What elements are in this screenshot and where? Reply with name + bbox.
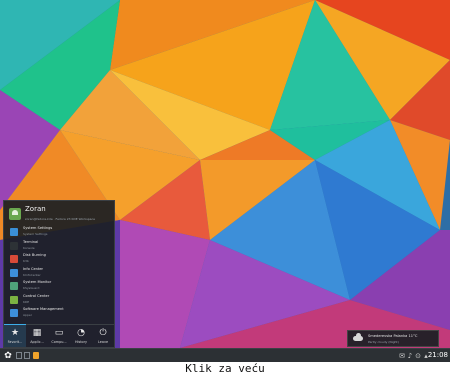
launcher-tabs: ★ Favorit... ▦ Applic... ▭ Compu... ◔ History ⏻ L… bbox=[4, 324, 114, 347]
launcher-app-item[interactable]: Control Center KDE bbox=[8, 293, 112, 307]
notification-subtitle: Partly cloudy (Night) bbox=[368, 340, 399, 344]
app-name: Disk Burning bbox=[23, 253, 46, 257]
user-avatar-icon bbox=[9, 208, 21, 220]
app-name: System Settings bbox=[23, 226, 53, 230]
user-name: Zoran bbox=[25, 205, 46, 213]
network-icon[interactable]: ⊙ bbox=[414, 351, 422, 361]
monitor-icon bbox=[10, 282, 18, 290]
mail-icon[interactable]: ✉ bbox=[398, 351, 406, 361]
weather-notification[interactable]: Smederevska Palanka 11°C Partly cloudy (… bbox=[347, 330, 439, 347]
tab-label: History bbox=[74, 340, 88, 344]
launcher-app-item[interactable]: System Settings System Settings bbox=[8, 225, 112, 239]
package-icon bbox=[10, 309, 18, 317]
app-description: K3b bbox=[23, 259, 29, 263]
app-description: System Settings bbox=[23, 232, 48, 236]
pager-desktop-2[interactable] bbox=[24, 352, 30, 359]
app-name: Info Center bbox=[23, 266, 44, 271]
clock[interactable]: 21:08 bbox=[428, 350, 448, 361]
app-description: Apper bbox=[23, 313, 32, 317]
app-name: Terminal bbox=[23, 239, 39, 244]
grid-icon: ▦ bbox=[32, 328, 42, 338]
app-description: Konsole bbox=[23, 245, 35, 250]
app-name: Control Center bbox=[23, 293, 50, 298]
clock-icon: ◔ bbox=[77, 328, 85, 338]
app-description: KSysGuard bbox=[23, 286, 40, 290]
tab-label: Favorit... bbox=[7, 340, 23, 344]
desktop: Zoran zoran@fedora-kde · Fedora 23 KDE W… bbox=[0, 0, 450, 362]
tab-label: Compu... bbox=[51, 340, 67, 344]
tab-grid[interactable]: ▦ Applic... bbox=[26, 325, 48, 347]
tab-computer[interactable]: ▭ Compu... bbox=[48, 325, 70, 347]
taskbar-panel: ✿ ✉ ♪ ⊙ ▴ 21:08 bbox=[0, 348, 450, 362]
application-launcher: Zoran zoran@fedora-kde · Fedora 23 KDE W… bbox=[3, 200, 115, 348]
terminal-icon bbox=[10, 241, 18, 250]
star-icon: ★ bbox=[10, 328, 20, 338]
control-icon bbox=[10, 295, 18, 304]
app-description: KDE bbox=[23, 299, 30, 304]
info-icon bbox=[10, 268, 18, 277]
launcher-user-header: Zoran zoran@fedora-kde · Fedora 23 KDE W… bbox=[8, 205, 112, 225]
launcher-app-item[interactable]: System Monitor KSysGuard bbox=[8, 279, 112, 293]
tab-label: Applic... bbox=[30, 340, 44, 344]
settings-icon bbox=[10, 228, 18, 236]
favorites-list: System Settings System Settings Terminal Ko… bbox=[8, 225, 112, 320]
app-name: System Monitor bbox=[23, 280, 52, 284]
kickoff-menu-icon[interactable]: ✿ bbox=[3, 351, 13, 361]
disc-icon bbox=[10, 255, 18, 263]
tab-label: Leave bbox=[97, 340, 109, 344]
launcher-app-item[interactable]: Software Management Apper bbox=[8, 306, 112, 320]
cloud-icon bbox=[353, 333, 363, 341]
launcher-app-item[interactable]: Terminal Konsole bbox=[8, 239, 112, 253]
caption: Klik za veću bbox=[185, 362, 265, 375]
pager-desktop-1[interactable] bbox=[16, 352, 22, 359]
computer-icon: ▭ bbox=[54, 328, 64, 338]
task-manager-item[interactable] bbox=[33, 352, 39, 359]
user-host: zoran@fedora-kde · Fedora 23 KDE Workspa… bbox=[25, 217, 95, 221]
launcher-app-item[interactable]: Disk Burning K3b bbox=[8, 252, 112, 266]
launcher-app-item[interactable]: Info Center KInfoCenter bbox=[8, 266, 112, 280]
tab-star[interactable]: ★ Favorit... bbox=[4, 324, 26, 347]
leave-icon: ⏻ bbox=[99, 328, 107, 338]
app-name: Software Management bbox=[23, 307, 64, 311]
app-description: KInfoCenter bbox=[23, 272, 41, 277]
notification-title: Smederevska Palanka 11°C bbox=[368, 334, 418, 338]
tab-clock[interactable]: ◔ History bbox=[70, 325, 92, 347]
volume-icon[interactable]: ♪ bbox=[406, 351, 414, 361]
tab-leave[interactable]: ⏻ Leave bbox=[92, 325, 114, 347]
